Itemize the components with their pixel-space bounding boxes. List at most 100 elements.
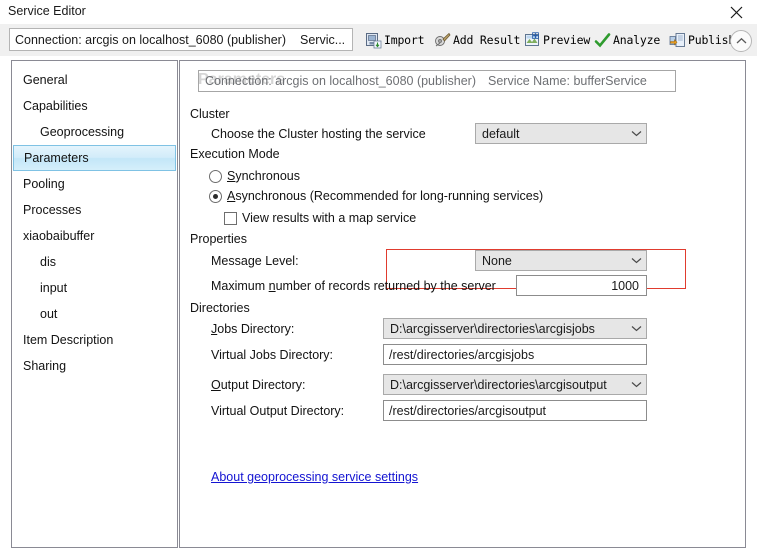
- group-cluster: Cluster: [190, 107, 730, 123]
- divider: [190, 115, 730, 116]
- sidebar-item-label: out: [40, 307, 58, 321]
- sidebar-item-pooling[interactable]: Pooling: [12, 171, 177, 197]
- sidebar-item-label: Pooling: [23, 177, 65, 191]
- chevron-down-icon: [626, 130, 646, 137]
- import-button[interactable]: Import: [365, 28, 425, 52]
- connection-tooltip: Connection: arcgis on localhost_6080 (pu…: [198, 70, 676, 92]
- about-geoprocessing-service-settings-link[interactable]: About geoprocessing service settings: [211, 470, 418, 484]
- group-directories: Directories: [190, 301, 730, 317]
- sidebar-item-label: General: [23, 73, 68, 87]
- analyze-check-icon: [594, 32, 611, 49]
- sidebar-item-general[interactable]: General: [12, 67, 177, 93]
- message-level-dropdown[interactable]: None: [475, 250, 647, 271]
- tooltip-connection-text: Connection: arcgis on localhost_6080 (pu…: [205, 74, 476, 88]
- cluster-dropdown-value: default: [482, 126, 520, 141]
- checkbox-unchecked-icon: [224, 211, 237, 225]
- close-icon: [730, 6, 742, 18]
- output-directory-dropdown[interactable]: D:\arcgisserver\directories\arcgisoutput: [383, 374, 647, 395]
- service-name-truncated: Servic...: [300, 32, 346, 47]
- sidebar-item-label: dis: [40, 255, 56, 269]
- parameters-panel: Parameters Cluster Choose the Cluster ho…: [179, 60, 746, 548]
- chevron-down-icon: [626, 257, 646, 264]
- sidebar-item-label: input: [40, 281, 68, 295]
- group-execution-mode: Execution Mode: [190, 147, 730, 163]
- sidebar-item-label: Item Description: [23, 333, 114, 347]
- max-records-input[interactable]: 1000: [516, 275, 647, 296]
- jobs-directory-label: Jobs Directory:: [211, 322, 295, 336]
- checkbox-view-results-with-map-service[interactable]: View results with a map service: [224, 211, 416, 225]
- radio-synchronous[interactable]: Synchronous: [209, 169, 300, 183]
- virtual-jobs-directory-value: /rest/directories/arcgisjobs: [389, 347, 535, 362]
- message-level-dropdown-value: None: [482, 253, 512, 268]
- sidebar-item-input[interactable]: input: [12, 275, 177, 301]
- sidebar-item-capabilities[interactable]: Capabilities: [12, 93, 177, 119]
- sidebar-item-parameters[interactable]: Parameters: [13, 145, 176, 171]
- publish-icon: [669, 32, 686, 49]
- radio-asynchronous-label: Asynchronous (Recommended for long-runni…: [227, 189, 544, 203]
- close-button[interactable]: [719, 0, 753, 24]
- max-records-input-value: 1000: [611, 278, 639, 293]
- divider: [190, 309, 730, 310]
- chevron-down-icon: [626, 325, 646, 332]
- analyze-label: Analyze: [613, 33, 661, 47]
- virtual-jobs-directory-input[interactable]: /rest/directories/arcgisjobs: [383, 344, 647, 365]
- group-properties-label: Properties: [190, 232, 253, 246]
- radio-synchronous-label: Synchronous: [227, 169, 300, 183]
- group-directories-label: Directories: [190, 301, 256, 315]
- output-directory-value: D:\arcgisserver\directories\arcgisoutput: [390, 377, 607, 392]
- import-icon: [365, 32, 382, 49]
- sidebar-item-label: Sharing: [23, 359, 67, 373]
- connection-input[interactable]: Connection: arcgis on localhost_6080 (pu…: [9, 28, 353, 51]
- checkbox-view-results-label: View results with a map service: [242, 211, 417, 225]
- connection-input-value: Connection: arcgis on localhost_6080 (pu…: [15, 32, 286, 47]
- divider: [190, 240, 730, 241]
- sidebar-item-sharing[interactable]: Sharing: [12, 353, 177, 379]
- preview-icon: [524, 31, 541, 49]
- mnemonic: O: [211, 378, 221, 392]
- radio-asynchronous[interactable]: Asynchronous (Recommended for long-runni…: [209, 189, 543, 203]
- window-title: Service Editor: [8, 4, 86, 18]
- sidebar-navigation: General Capabilities Geoprocessing Param…: [11, 60, 178, 548]
- sidebar-item-label: xiaobaibuffer: [23, 229, 95, 243]
- jobs-directory-dropdown[interactable]: D:\arcgisserver\directories\arcgisjobs: [383, 318, 647, 339]
- group-properties: Properties: [190, 232, 730, 248]
- sidebar-item-label: Processes: [23, 203, 82, 217]
- group-cluster-label: Cluster: [190, 107, 236, 121]
- virtual-output-directory-label: Virtual Output Directory:: [211, 404, 345, 418]
- jobs-directory-value: D:\arcgisserver\directories\arcgisjobs: [390, 321, 595, 336]
- import-label: Import: [384, 33, 425, 47]
- preview-label: Preview: [543, 33, 591, 47]
- message-level-label: Message Level:: [211, 254, 299, 268]
- chevron-down-icon: [626, 381, 646, 388]
- cluster-row-label: Choose the Cluster hosting the service: [211, 127, 426, 141]
- sidebar-item-label: Geoprocessing: [40, 125, 125, 139]
- add-result-button[interactable]: Add Result: [434, 28, 520, 52]
- mnemonic: n: [268, 279, 276, 293]
- radio-unselected-icon: [209, 169, 222, 183]
- sidebar-item-label: Capabilities: [23, 99, 88, 113]
- tooltip-service-name-text: Service Name: bufferService: [488, 74, 647, 88]
- sidebar-item-xiaobaibuffer[interactable]: xiaobaibuffer: [12, 223, 177, 249]
- radio-selected-icon: [209, 189, 222, 203]
- analyze-button[interactable]: Analyze: [594, 28, 660, 52]
- preview-button[interactable]: Preview: [524, 28, 590, 52]
- chevron-up-icon: [736, 37, 746, 44]
- group-execution-mode-label: Execution Mode: [190, 147, 286, 161]
- sidebar-item-out[interactable]: out: [12, 301, 177, 327]
- publish-button[interactable]: Publish: [669, 28, 735, 52]
- max-records-label: Maximum number of records returned by th…: [211, 279, 496, 293]
- cluster-dropdown[interactable]: default: [475, 123, 647, 144]
- virtual-output-directory-input[interactable]: /rest/directories/arcgisoutput: [383, 400, 647, 421]
- sidebar-item-item-description[interactable]: Item Description: [12, 327, 177, 353]
- add-result-icon: [434, 32, 451, 49]
- title-bar: Service Editor: [0, 0, 757, 24]
- virtual-jobs-directory-label: Virtual Jobs Directory:: [211, 348, 334, 362]
- add-result-label: Add Result: [453, 33, 521, 47]
- sidebar-item-dis[interactable]: dis: [12, 249, 177, 275]
- sidebar-item-geoprocessing[interactable]: Geoprocessing: [12, 119, 177, 145]
- collapse-panel-button[interactable]: [730, 30, 752, 52]
- sidebar-item-processes[interactable]: Processes: [12, 197, 177, 223]
- virtual-output-directory-value: /rest/directories/arcgisoutput: [389, 403, 547, 418]
- toolbar: Connection: arcgis on localhost_6080 (pu…: [0, 24, 757, 56]
- sidebar-item-label: Parameters: [24, 151, 89, 165]
